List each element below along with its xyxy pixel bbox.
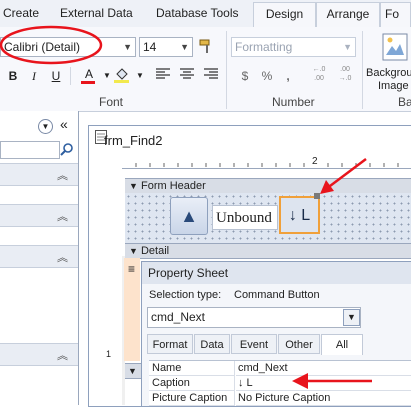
prop-name[interactable]: Name (149, 361, 235, 376)
horizontal-ruler: 2 (122, 156, 411, 169)
tab-arrange[interactable]: Arrange (316, 2, 380, 27)
tab-database-tools[interactable]: Database Tools (156, 6, 239, 20)
tab-external-data[interactable]: External Data (60, 6, 133, 20)
chevron-down-icon[interactable]: ▼ (131, 67, 149, 85)
font-color-swatch (81, 81, 95, 84)
form-title: frm_Find2 (104, 133, 163, 148)
nav-group-header[interactable]: ︽ (0, 343, 78, 366)
tab-data-props[interactable]: Data (194, 334, 230, 354)
comma-button[interactable]: , (279, 67, 297, 85)
form-footer-bar[interactable]: ▼ (125, 363, 141, 379)
chevron-down-icon[interactable]: ▼ (123, 38, 132, 56)
navigation-pane: ▼ « ︽ ︽ ︽ ︽ (0, 111, 79, 405)
underline-button[interactable]: U (47, 67, 65, 85)
align-center-icon[interactable] (178, 67, 196, 85)
chevron-up-icon: ︽ (57, 252, 68, 264)
tab-create[interactable]: Create (3, 6, 39, 20)
ruler-mark: 2 (312, 156, 318, 167)
prop-value[interactable]: ↓ L (236, 376, 411, 391)
decrease-decimals-button[interactable]: .00 →.0 (334, 65, 356, 83)
currency-button[interactable]: $ (236, 67, 254, 85)
object-selector-value: cmd_Next (151, 310, 206, 324)
tab-format[interactable]: Fo (380, 2, 411, 27)
divider (226, 31, 227, 109)
tab-design[interactable]: Design (253, 2, 316, 27)
italic-button[interactable]: I (25, 67, 43, 85)
font-color-button[interactable]: A (80, 65, 98, 84)
prop-name[interactable]: Caption (149, 376, 235, 391)
align-left-icon[interactable] (154, 67, 172, 85)
vruler-mark: 1 (106, 349, 112, 359)
background-image-label-1[interactable]: Backgrou (366, 67, 411, 79)
prop-value[interactable]: cmd_Next (236, 361, 411, 376)
chevron-down-icon[interactable]: ▼ (343, 309, 360, 326)
nav-group-header[interactable]: ︽ (0, 204, 78, 227)
tab-format-props[interactable]: Format (147, 334, 193, 354)
selection-type-value: Command Button (234, 289, 320, 301)
ribbon-tab-bar: Create External Data Database Tools Desi… (0, 0, 411, 28)
background-image-label-2[interactable]: Image (378, 80, 409, 92)
chevron-down-icon: ▼ (129, 246, 138, 256)
tab-all-props[interactable]: All (321, 334, 363, 355)
resize-handle[interactable] (314, 193, 320, 199)
chevron-down-icon: ▼ (129, 181, 138, 191)
font-name-combo[interactable]: Calibri (Detail) ▼ (0, 37, 136, 57)
number-format-value: Formatting (235, 40, 293, 54)
background-image-icon[interactable] (382, 33, 408, 61)
up-button[interactable]: ▲ (170, 197, 208, 235)
font-size-combo[interactable]: 14 ▼ (139, 37, 193, 57)
align-right-icon[interactable] (202, 67, 220, 85)
next-button[interactable]: ↓ L (279, 196, 320, 234)
chevron-up-icon: ︽ (57, 211, 68, 223)
ribbon: Calibri (Detail) ▼ 14 ▼ B I U A ▼ ▼ Font… (0, 27, 411, 112)
search-icon[interactable] (60, 142, 74, 159)
selection-type-label: Selection type: (149, 289, 222, 301)
increase-decimals-button[interactable]: ←.0 .00 (308, 65, 330, 83)
collapse-nav-button[interactable]: « (60, 116, 68, 132)
prop-name[interactable]: Picture Caption (149, 391, 235, 406)
divider (362, 31, 363, 109)
detail-label: Detail (140, 245, 170, 257)
property-grid: Name cmd_Next Caption ↓ L Picture Captio… (149, 360, 411, 406)
number-group-label: Number (272, 95, 315, 109)
font-size-value: 14 (143, 40, 157, 54)
chevron-down-icon: ▼ (128, 366, 137, 376)
chevron-down-icon[interactable]: ▼ (180, 38, 189, 56)
tab-other-props[interactable]: Other (278, 334, 320, 354)
unbound-textbox[interactable]: Unbound (212, 205, 278, 230)
form-header-bar[interactable]: ▼ Form Header (125, 178, 411, 194)
percent-button[interactable]: % (258, 67, 276, 85)
form-header-label: Form Header (140, 180, 206, 192)
chevron-down-icon[interactable]: ▼ (38, 119, 53, 134)
chevron-up-icon: ︽ (57, 350, 68, 362)
nav-group-header[interactable]: ︽ (0, 245, 78, 268)
font-group-label: Font (99, 95, 124, 109)
fill-color-icon[interactable] (113, 65, 131, 83)
bold-button[interactable]: B (4, 67, 22, 85)
object-selector[interactable]: cmd_Next (147, 307, 361, 328)
field-list-icon: ≡ (128, 262, 136, 276)
prop-value[interactable]: No Picture Caption (236, 391, 411, 406)
background-group-label: Ba (398, 95, 411, 109)
detail-bar[interactable]: ▼ Detail (125, 243, 411, 259)
font-name-value: Calibri (Detail) (4, 40, 81, 54)
divider (70, 67, 71, 85)
format-painter-icon[interactable] (198, 37, 216, 55)
nav-group-header[interactable]: ︽ (0, 163, 78, 186)
chevron-up-icon: ︽ (57, 170, 68, 182)
number-format-combo[interactable]: Formatting ▼ (231, 37, 356, 57)
search-input[interactable] (0, 141, 60, 159)
chevron-down-icon[interactable]: ▼ (343, 38, 352, 56)
property-sheet-title: Property Sheet (142, 262, 411, 284)
tab-event-props[interactable]: Event (231, 334, 277, 354)
font-color-glyph: A (84, 67, 93, 81)
